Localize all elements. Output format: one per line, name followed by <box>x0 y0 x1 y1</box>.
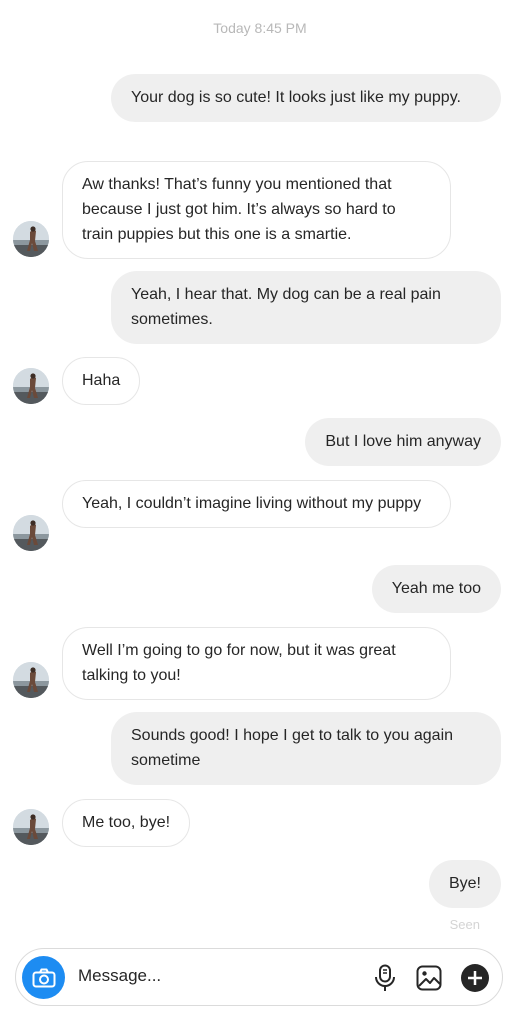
message-text: Your dog is so cute! It looks just like … <box>131 89 461 106</box>
chat-timestamp: Today 8:45 PM <box>213 20 307 36</box>
message-text: Sounds good! I hope I get to talk to you… <box>131 727 454 769</box>
message-text: Yeah, I couldn’t imagine living without … <box>82 495 422 512</box>
avatar-photo-icon <box>13 662 49 698</box>
message-text: Haha <box>82 372 121 389</box>
contact-avatar[interactable] <box>13 809 49 845</box>
camera-icon <box>32 968 55 987</box>
message-text: Yeah, I hear that. My dog can be a real … <box>131 286 441 328</box>
contact-avatar[interactable] <box>13 515 49 551</box>
avatar-photo-icon <box>13 515 49 551</box>
contact-avatar[interactable] <box>13 221 49 257</box>
seen-status: Seen <box>449 917 480 932</box>
message-bubble-received[interactable]: Yeah, I couldn’t imagine living without … <box>62 480 451 528</box>
message-text: Yeah me too <box>391 580 481 597</box>
more-options-button[interactable] <box>460 963 490 993</box>
gallery-button[interactable] <box>414 963 444 993</box>
message-bubble-sent[interactable]: Bye! <box>428 860 501 908</box>
message-text: Me too, bye! <box>82 814 171 831</box>
message-text: Aw thanks! That’s funny you mentioned th… <box>82 176 396 243</box>
message-text: But I love him anyway <box>325 433 481 450</box>
plus-icon <box>461 964 489 992</box>
message-bubble-received[interactable]: Well I’m going to go for now, but it was… <box>62 627 451 700</box>
avatar-photo-icon <box>13 368 49 404</box>
message-bubble-sent[interactable]: But I love him anyway <box>305 418 501 466</box>
message-bubble-sent[interactable]: Sounds good! I hope I get to talk to you… <box>111 712 501 785</box>
message-bubble-received[interactable]: Me too, bye! <box>62 799 191 847</box>
message-bubble-received[interactable]: Haha <box>62 357 141 405</box>
message-composer: Message... <box>15 948 503 1006</box>
message-bubble-received[interactable]: Aw thanks! That’s funny you mentioned th… <box>62 161 451 259</box>
contact-avatar[interactable] <box>13 662 49 698</box>
avatar-photo-icon <box>13 221 49 257</box>
gallery-icon <box>416 965 442 991</box>
message-text: Well I’m going to go for now, but it was… <box>82 642 396 684</box>
microphone-button[interactable] <box>370 963 400 993</box>
message-bubble-sent[interactable]: Your dog is so cute! It looks just like … <box>111 74 501 122</box>
contact-avatar[interactable] <box>13 368 49 404</box>
message-input[interactable]: Message... <box>78 966 161 986</box>
microphone-icon <box>375 964 395 991</box>
message-text: Bye! <box>448 875 481 892</box>
message-bubble-sent[interactable]: Yeah, I hear that. My dog can be a real … <box>111 271 501 344</box>
avatar-photo-icon <box>13 809 49 845</box>
message-bubble-sent[interactable]: Yeah me too <box>371 565 501 613</box>
camera-button[interactable] <box>22 956 65 999</box>
